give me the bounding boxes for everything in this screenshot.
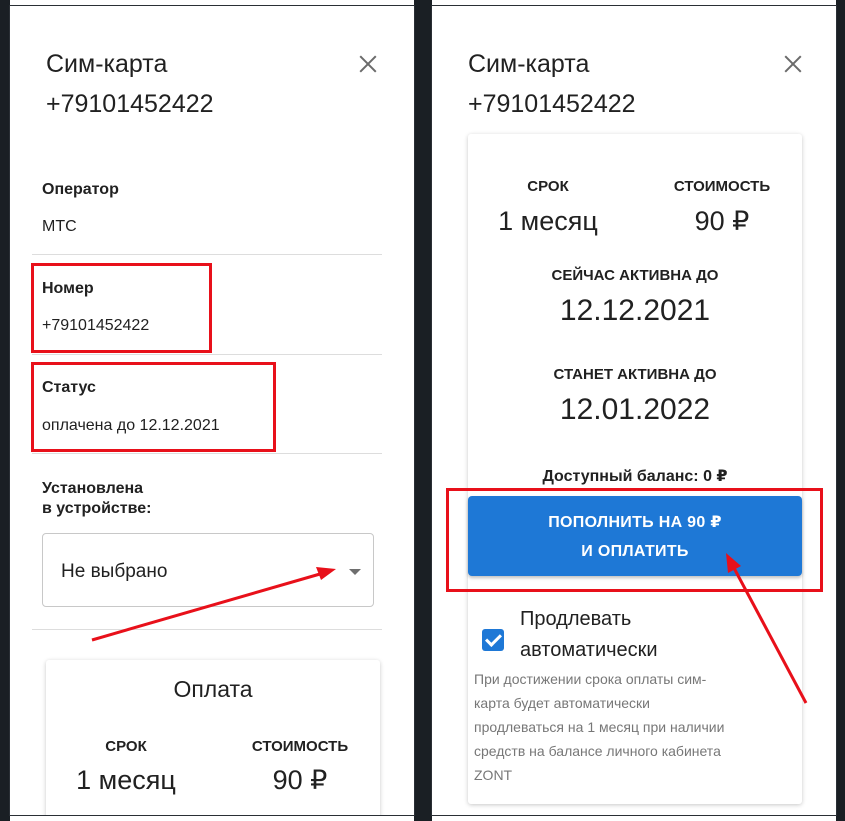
arrow-to-dropdown-head <box>316 567 336 580</box>
arrow-to-button-head <box>726 553 741 573</box>
arrow-to-dropdown <box>91 572 321 642</box>
annotation-arrows <box>91 553 808 704</box>
arrow-to-button <box>732 567 808 704</box>
